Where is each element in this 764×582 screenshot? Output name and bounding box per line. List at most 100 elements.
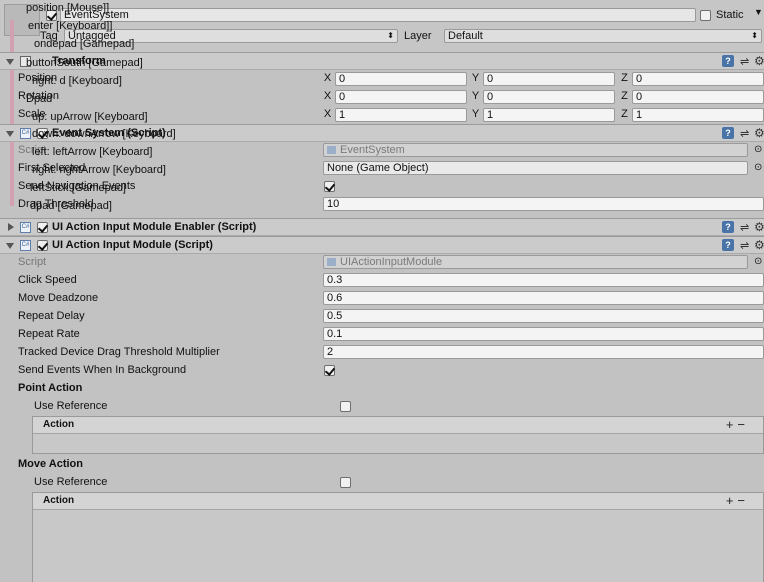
overlay-text-c: ondepad [Gamepad] xyxy=(34,38,135,50)
preset-icon[interactable]: ⇌ xyxy=(740,221,749,234)
object-picker-icon[interactable]: ⊙ xyxy=(754,162,762,173)
z-label: Z xyxy=(621,90,628,102)
send-background-checkbox[interactable] xyxy=(324,365,335,376)
help-icon[interactable]: ? xyxy=(722,221,734,233)
click-speed-row: Click Speed 0.3 xyxy=(0,272,764,290)
help-icon[interactable]: ? xyxy=(722,127,734,139)
drag-multiplier-label: Tracked Device Drag Threshold Multiplier xyxy=(18,346,220,358)
drag-multiplier-field[interactable]: 2 xyxy=(323,345,764,359)
z-label: Z xyxy=(621,108,628,120)
rotation-z-field[interactable]: 0 xyxy=(632,90,764,104)
scale-x-field[interactable]: 1 xyxy=(335,108,467,122)
move-use-reference-label: Use Reference xyxy=(34,476,108,488)
move-action-list-title: Action xyxy=(43,495,75,506)
move-action-row: Move Action xyxy=(0,456,764,474)
drag-multiplier-row: Tracked Device Drag Threshold Multiplier… xyxy=(0,344,764,362)
enabler-header[interactable]: C# UI Action Input Module Enabler (Scrip… xyxy=(0,218,764,236)
point-action-list-header: Action +− xyxy=(33,417,763,434)
move-use-reference-row: Use Reference xyxy=(0,474,764,492)
foldout-arrow-icon[interactable] xyxy=(6,59,14,65)
foldout-arrow-icon[interactable] xyxy=(6,131,14,137)
gameobject-name-field[interactable]: EventSystem xyxy=(60,8,696,22)
rotation-x-field[interactable]: 0 xyxy=(335,90,467,104)
overlay-text-e: right: d [Keyboard] xyxy=(32,75,122,87)
plus-icon[interactable]: + xyxy=(726,493,738,508)
overlay-text-i: left: leftArrow [Keyboard] xyxy=(32,146,153,158)
overlay-text-j: right: rightArrow [Keyboard] xyxy=(32,164,166,176)
layer-value: Default xyxy=(448,30,483,42)
gear-icon[interactable]: ⚙ xyxy=(754,238,764,252)
dropdown-arrows-icon: ⬍ xyxy=(387,31,394,40)
position-y-field[interactable]: 0 xyxy=(483,72,615,86)
point-action-title: Point Action xyxy=(18,382,83,394)
foldout-arrow-icon[interactable] xyxy=(6,243,14,249)
move-deadzone-row: Move Deadzone 0.6 xyxy=(0,290,764,308)
click-speed-field[interactable]: 0.3 xyxy=(323,273,764,287)
module-header[interactable]: C# UI Action Input Module (Script) ? ⇌ ⚙ xyxy=(0,236,764,254)
help-icon[interactable]: ? xyxy=(722,55,734,67)
overlay-text-d: buttonSouth [Gamepad] xyxy=(26,57,143,69)
overlay-text-g: up: upArrow [Keyboard] xyxy=(32,111,148,123)
move-deadzone-label: Move Deadzone xyxy=(18,292,99,304)
module-script-row: Script UIActionInputModule ⊙ xyxy=(0,254,764,272)
send-background-row: Send Events When In Background xyxy=(0,362,764,380)
point-use-reference-checkbox[interactable] xyxy=(340,401,351,412)
module-title: UI Action Input Module (Script) xyxy=(52,239,213,251)
y-label: Y xyxy=(471,72,480,84)
repeat-rate-row: Repeat Rate 0.1 xyxy=(0,326,764,344)
repeat-rate-label: Repeat Rate xyxy=(18,328,80,340)
move-deadzone-field[interactable]: 0.6 xyxy=(323,291,764,305)
drag-threshold-field[interactable]: 10 xyxy=(323,197,764,211)
static-checkbox[interactable] xyxy=(700,10,711,21)
move-use-reference-checkbox[interactable] xyxy=(340,477,351,488)
minus-icon[interactable]: − xyxy=(737,493,749,508)
scale-z-field[interactable]: 1 xyxy=(632,108,764,122)
object-picker-icon[interactable]: ⊙ xyxy=(754,256,762,267)
script-file-icon xyxy=(327,258,336,266)
module-enabled-checkbox[interactable] xyxy=(37,240,48,251)
scale-y-field[interactable]: 1 xyxy=(483,108,615,122)
move-action-list[interactable]: Action +− xyxy=(32,492,764,582)
gear-icon[interactable]: ⚙ xyxy=(754,126,764,140)
dropdown-arrows-icon: ⬍ xyxy=(751,31,758,40)
layer-label: Layer xyxy=(404,30,432,42)
rotation-y-field[interactable]: 0 xyxy=(483,90,615,104)
enabler-title: UI Action Input Module Enabler (Script) xyxy=(52,221,257,233)
drag-threshold-row: Drag Threshold 10 xyxy=(0,196,764,214)
plus-icon[interactable]: + xyxy=(726,417,738,432)
repeat-rate-field[interactable]: 0.1 xyxy=(323,327,764,341)
send-background-label: Send Events When In Background xyxy=(18,364,187,376)
repeat-delay-row: Repeat Delay 0.5 xyxy=(0,308,764,326)
click-speed-label: Click Speed xyxy=(18,274,77,286)
point-action-row: Point Action xyxy=(0,380,764,398)
position-z-field[interactable]: 0 xyxy=(632,72,764,86)
move-action-list-header: Action +− xyxy=(33,493,763,510)
point-action-list-title: Action xyxy=(43,419,75,430)
static-label: Static xyxy=(716,9,744,21)
object-picker-icon[interactable]: ⊙ xyxy=(754,144,762,155)
overlay-text-k: leftStick [Gamepad] xyxy=(30,182,126,194)
layer-dropdown[interactable]: Default ⬍ xyxy=(444,29,762,43)
foldout-arrow-icon[interactable] xyxy=(8,223,14,231)
es-script-field: EventSystem xyxy=(323,143,748,157)
minus-icon[interactable]: − xyxy=(737,417,749,432)
script-icon: C# xyxy=(20,222,31,233)
static-dropdown-icon[interactable]: ▼ xyxy=(754,7,763,17)
preset-icon[interactable]: ⇌ xyxy=(740,127,749,140)
preset-icon[interactable]: ⇌ xyxy=(740,239,749,252)
enabler-enabled-checkbox[interactable] xyxy=(37,222,48,233)
y-label: Y xyxy=(471,90,480,102)
first-selected-field[interactable]: None (Game Object) xyxy=(323,161,748,175)
gear-icon[interactable]: ⚙ xyxy=(754,54,764,68)
help-icon[interactable]: ? xyxy=(722,239,734,251)
repeat-delay-field[interactable]: 0.5 xyxy=(323,309,764,323)
module-script-field: UIActionInputModule xyxy=(323,255,748,269)
position-x-field[interactable]: 0 xyxy=(335,72,467,86)
send-navigation-checkbox[interactable] xyxy=(324,181,335,192)
preset-icon[interactable]: ⇌ xyxy=(740,55,749,68)
script-label: Script xyxy=(18,256,47,268)
point-action-list[interactable]: Action +− xyxy=(32,416,764,454)
rotation-row: Rotation X 0 Y 0 Z 0 xyxy=(0,88,764,106)
x-label: X xyxy=(323,108,332,120)
gear-icon[interactable]: ⚙ xyxy=(754,220,764,234)
